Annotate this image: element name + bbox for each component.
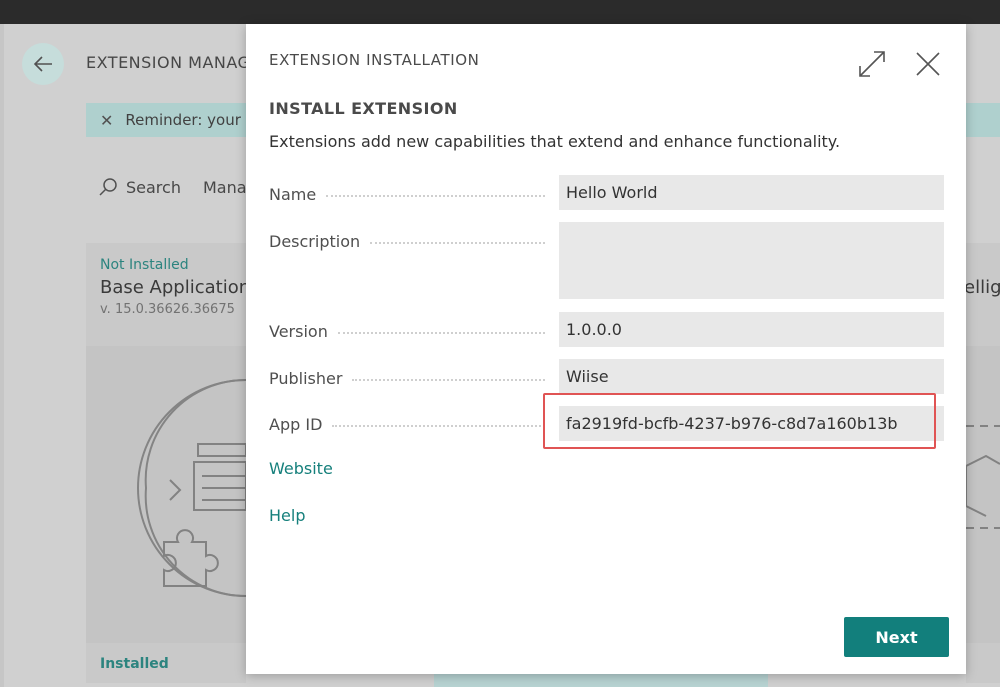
- close-icon: [916, 52, 940, 76]
- description-label: Description: [269, 229, 551, 253]
- close-button[interactable]: [912, 48, 944, 80]
- expand-button[interactable]: [856, 48, 888, 80]
- app-id-highlight-box: [543, 393, 936, 449]
- app-id-label: App ID: [269, 412, 551, 436]
- browser-top-bar: [0, 0, 1000, 24]
- name-label: Name: [269, 182, 551, 206]
- install-extension-dialog: EXTENSION INSTALLATION INSTALL EXTENSION…: [246, 24, 966, 674]
- dialog-caption: EXTENSION INSTALLATION: [269, 51, 480, 69]
- website-link[interactable]: Website: [269, 459, 333, 478]
- dialog-description: Extensions add new capabilities that ext…: [269, 132, 841, 151]
- publisher-label: Publisher: [269, 366, 551, 390]
- help-link[interactable]: Help: [269, 506, 305, 525]
- version-label: Version: [269, 319, 551, 343]
- expand-icon: [859, 51, 885, 77]
- version-field[interactable]: 1.0.0.0: [559, 312, 944, 347]
- name-field[interactable]: Hello World: [559, 175, 944, 210]
- next-button[interactable]: Next: [844, 617, 949, 657]
- description-field[interactable]: [559, 222, 944, 299]
- dialog-heading: INSTALL EXTENSION: [269, 99, 458, 118]
- publisher-field[interactable]: Wiise: [559, 359, 944, 394]
